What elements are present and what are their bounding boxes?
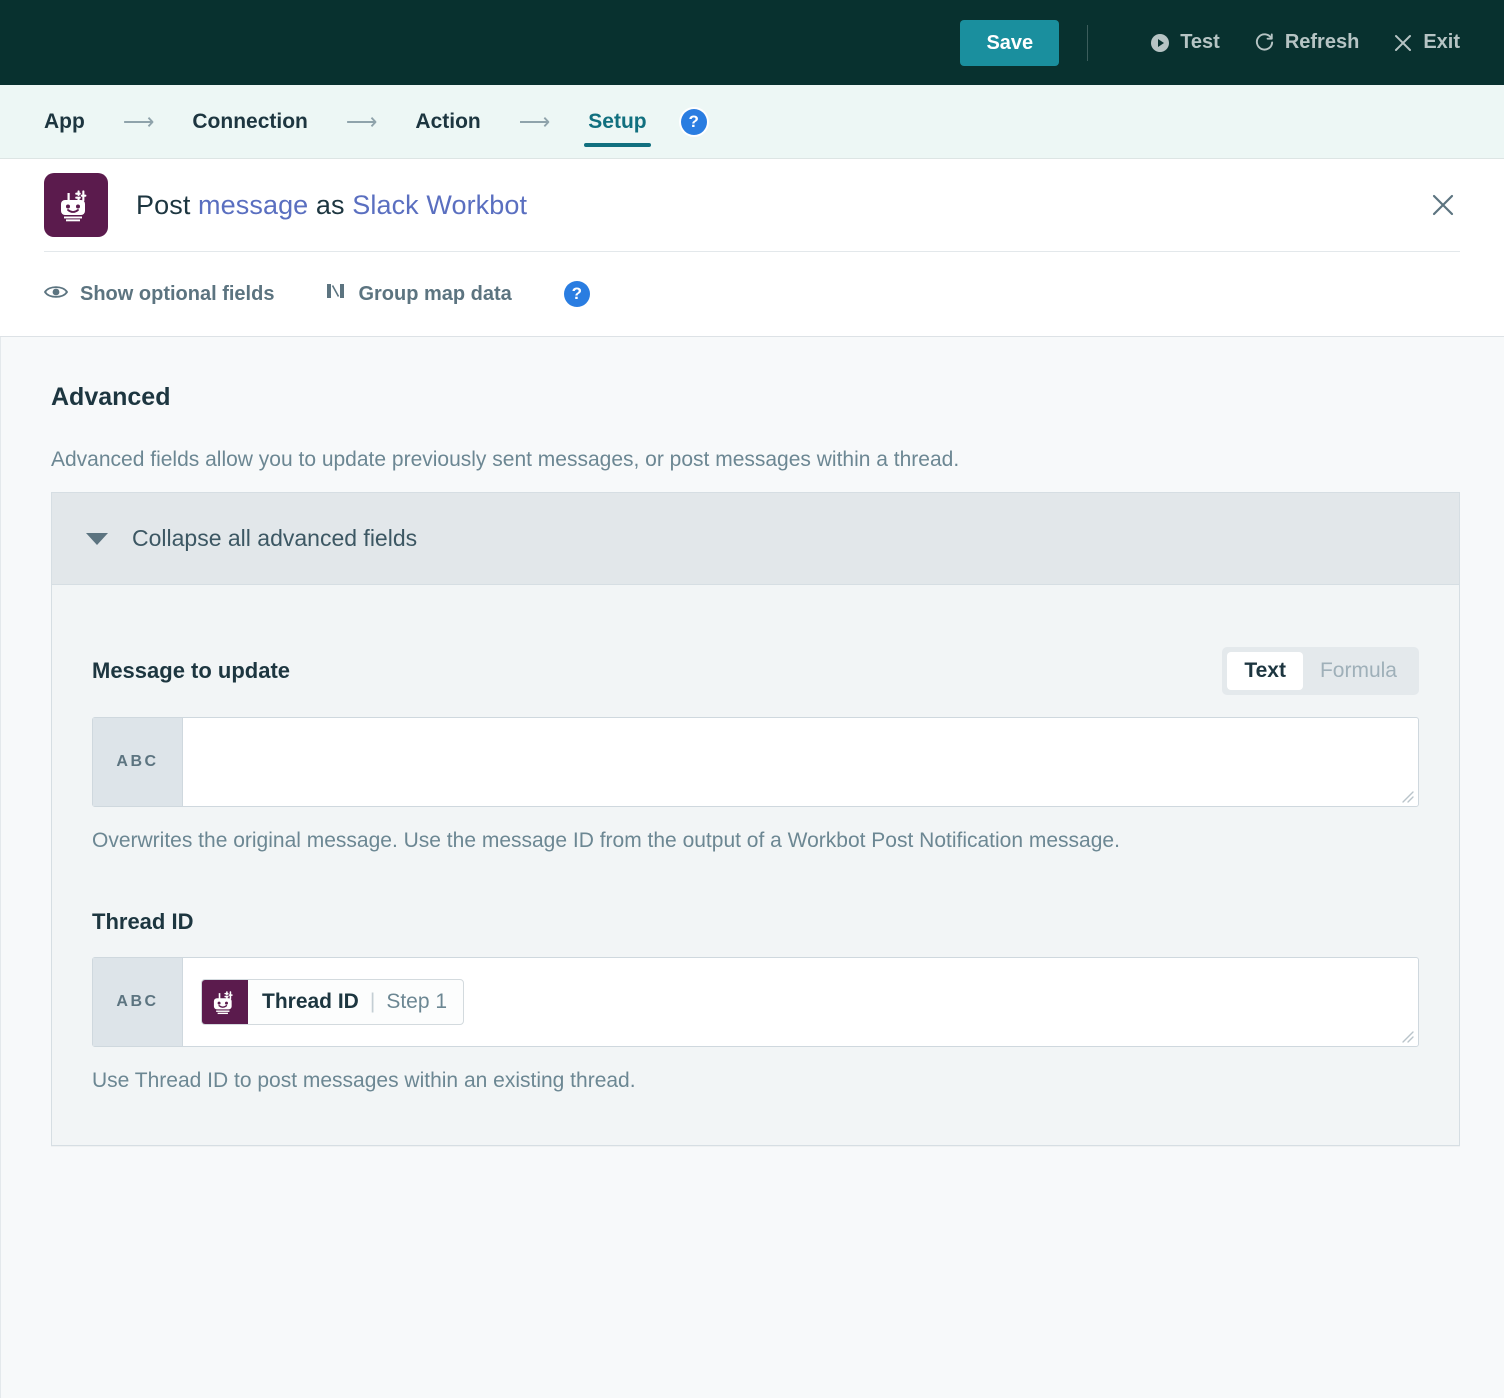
show-optional-fields-button[interactable]: Show optional fields bbox=[44, 283, 274, 306]
group-map-data-label: Group map data bbox=[358, 283, 511, 306]
field-thread-id: Thread ID ABC bbox=[92, 909, 1419, 1093]
title-middle: as bbox=[316, 190, 345, 220]
close-icon bbox=[1393, 33, 1413, 53]
toggle-option-formula[interactable]: Formula bbox=[1303, 652, 1414, 690]
text-formula-toggle[interactable]: Text Formula bbox=[1222, 647, 1419, 695]
advanced-fields-body: Message to update Text Formula ABC Overw… bbox=[52, 585, 1459, 1145]
message-to-update-input-wrap: ABC bbox=[92, 717, 1419, 807]
section-description: Advanced fields allow you to update prev… bbox=[51, 448, 1460, 472]
refresh-icon bbox=[1254, 32, 1275, 53]
collapse-all-advanced-fields-button[interactable]: Collapse all advanced fields bbox=[52, 493, 1459, 585]
field-help-text: Use Thread ID to post messages within an… bbox=[92, 1069, 1419, 1093]
top-toolbar: Save Test Refresh Exit bbox=[0, 0, 1504, 85]
help-icon[interactable]: ? bbox=[681, 109, 707, 135]
breadcrumb-arrow-icon: ⟶ bbox=[123, 109, 155, 135]
field-label-row: Thread ID bbox=[92, 909, 1419, 935]
test-label: Test bbox=[1180, 31, 1220, 54]
play-circle-icon bbox=[1150, 33, 1170, 53]
group-map-data-button[interactable]: Group map data bbox=[326, 281, 511, 307]
exit-button[interactable]: Exit bbox=[1393, 31, 1460, 54]
breadcrumb-arrow-icon: ⟶ bbox=[519, 109, 551, 135]
action-header-panel: Post message as Slack Workbot Show optio… bbox=[0, 159, 1504, 337]
show-optional-fields-label: Show optional fields bbox=[80, 283, 274, 306]
field-label: Thread ID bbox=[92, 909, 193, 935]
title-prefix: Post bbox=[136, 190, 190, 220]
group-map-data-icon bbox=[326, 281, 346, 307]
datatype-badge-abc: ABC bbox=[93, 718, 183, 806]
breadcrumb-step-app[interactable]: App bbox=[40, 85, 89, 159]
setup-content: Advanced Advanced fields allow you to up… bbox=[0, 337, 1504, 1398]
advanced-fields-card: Collapse all advanced fields Message to … bbox=[51, 492, 1460, 1146]
close-panel-icon[interactable] bbox=[1426, 188, 1460, 222]
refresh-button[interactable]: Refresh bbox=[1254, 31, 1359, 54]
slack-workbot-icon bbox=[202, 979, 248, 1025]
toggle-option-text[interactable]: Text bbox=[1227, 652, 1303, 690]
slack-workbot-icon bbox=[44, 173, 108, 237]
thread-id-input-wrap: ABC bbox=[92, 957, 1419, 1047]
title-app-link[interactable]: Slack Workbot bbox=[352, 190, 527, 220]
message-to-update-input[interactable] bbox=[183, 718, 1418, 806]
thread-id-input[interactable]: Thread ID | Step 1 bbox=[183, 958, 1418, 1046]
field-message-to-update: Message to update Text Formula ABC Overw… bbox=[92, 647, 1419, 853]
page-title: Post message as Slack Workbot bbox=[136, 190, 527, 221]
title-action-link[interactable]: message bbox=[198, 190, 308, 220]
exit-label: Exit bbox=[1423, 31, 1460, 54]
action-title-row: Post message as Slack Workbot bbox=[44, 159, 1460, 251]
chevron-down-icon bbox=[86, 533, 108, 545]
toolbar-divider bbox=[1087, 25, 1088, 61]
field-options-row: Show optional fields Group map data ? bbox=[44, 252, 1460, 336]
eye-icon bbox=[44, 283, 68, 306]
datapill-text: Thread ID | Step 1 bbox=[248, 990, 463, 1014]
refresh-label: Refresh bbox=[1285, 31, 1359, 54]
breadcrumb: App ⟶ Connection ⟶ Action ⟶ Setup ? bbox=[0, 85, 1504, 159]
save-button[interactable]: Save bbox=[960, 20, 1059, 66]
section-title: Advanced bbox=[51, 383, 1460, 412]
datatype-badge-abc: ABC bbox=[93, 958, 183, 1046]
datapill-source: Step 1 bbox=[386, 990, 447, 1014]
test-button[interactable]: Test bbox=[1150, 31, 1220, 54]
breadcrumb-arrow-icon: ⟶ bbox=[346, 109, 378, 135]
options-help-icon[interactable]: ? bbox=[564, 281, 590, 307]
field-label-row: Message to update Text Formula bbox=[92, 647, 1419, 695]
datapill-name: Thread ID bbox=[262, 990, 359, 1014]
breadcrumb-step-action[interactable]: Action bbox=[411, 85, 484, 159]
field-help-text: Overwrites the original message. Use the… bbox=[92, 829, 1419, 853]
collapse-all-label: Collapse all advanced fields bbox=[132, 525, 417, 552]
breadcrumb-step-connection[interactable]: Connection bbox=[188, 85, 312, 159]
field-label: Message to update bbox=[92, 658, 290, 684]
breadcrumb-step-setup[interactable]: Setup bbox=[584, 85, 650, 159]
datapill-divider: | bbox=[370, 990, 375, 1014]
datapill-thread-id[interactable]: Thread ID | Step 1 bbox=[201, 979, 464, 1025]
